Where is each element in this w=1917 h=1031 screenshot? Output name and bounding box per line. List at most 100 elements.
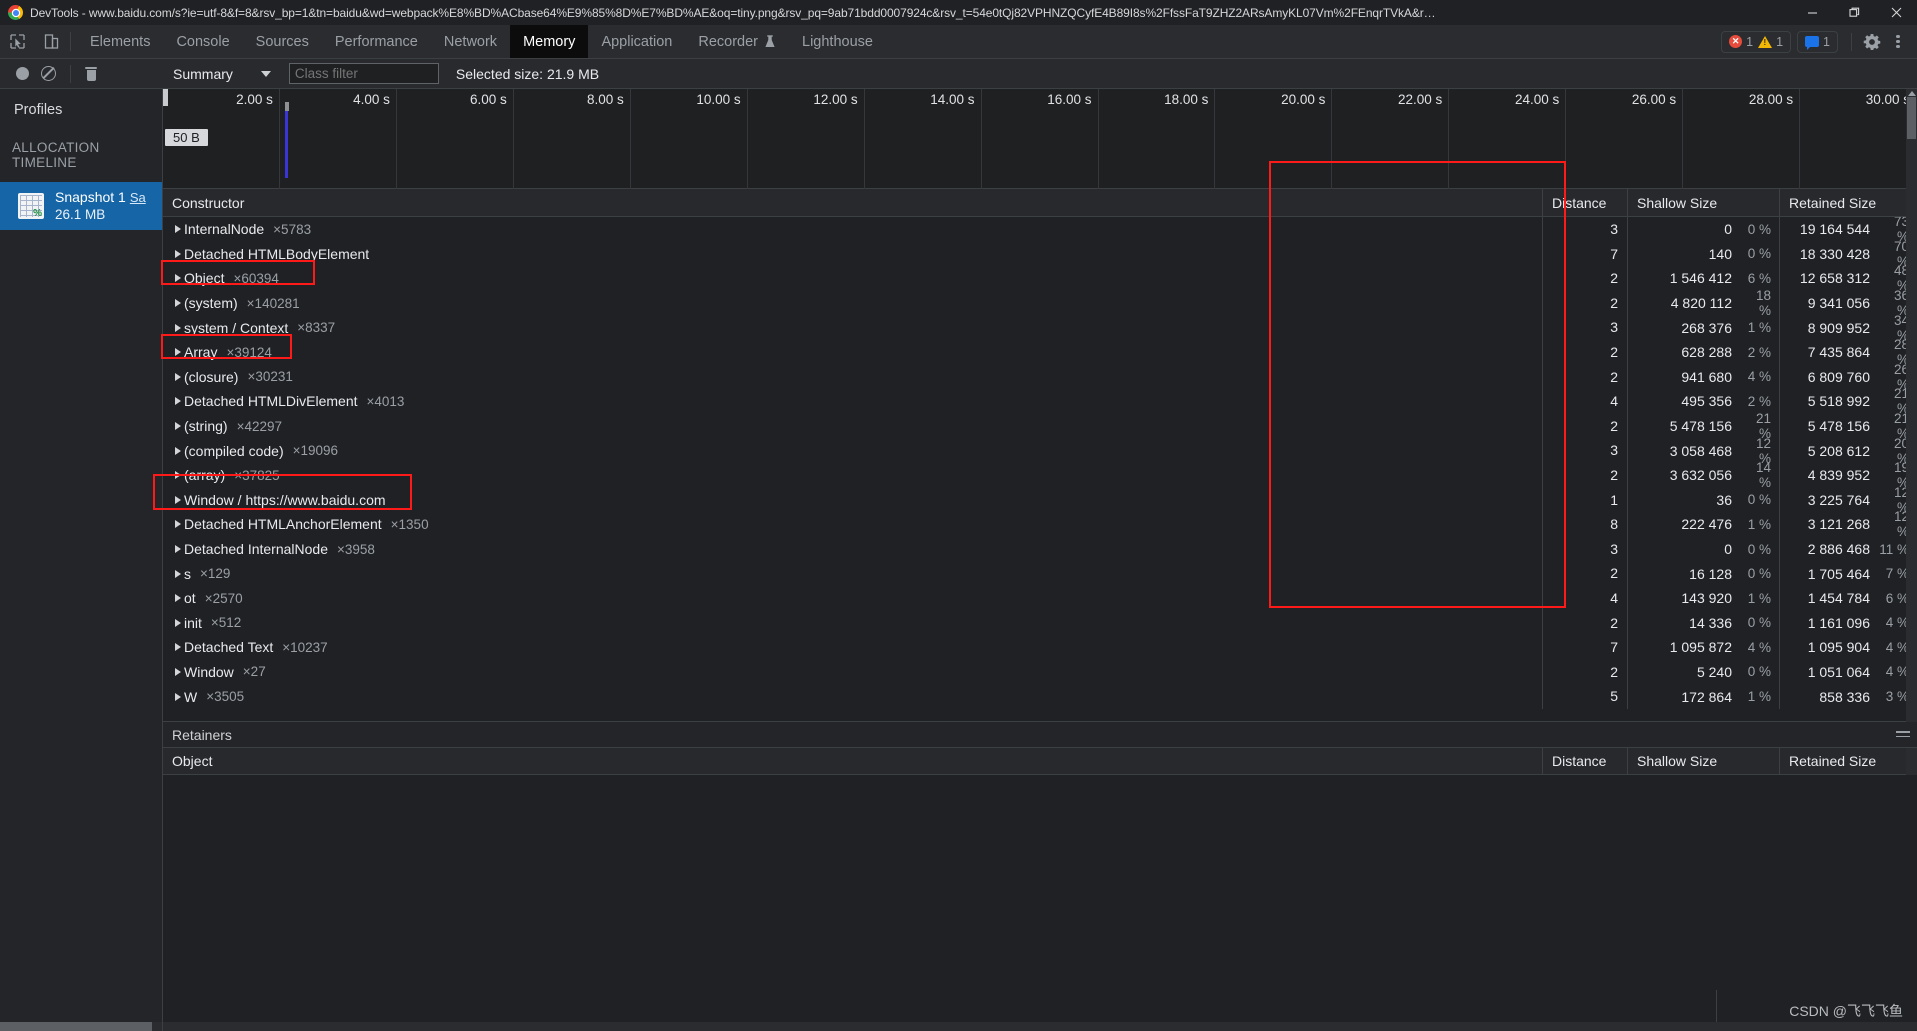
gear-icon[interactable] [1859,33,1885,51]
expand-triangle-icon[interactable] [175,446,181,455]
table-row[interactable]: Detached InternalNode ×3958 3 0 0 % 2 886 468… [163,536,1917,562]
tab-console[interactable]: Console [163,25,242,58]
tab-network[interactable]: Network [431,25,510,58]
issues-counter-group[interactable]: ✕ 1 1 [1721,30,1792,53]
table-row[interactable]: Detached Text ×10237 7 1 095 872 4 % 1 095 90… [163,635,1917,660]
error-counter[interactable]: ✕ 1 [1729,35,1753,49]
warning-counter[interactable]: 1 [1758,35,1783,49]
cell-constructor[interactable]: W ×3505 [163,684,1543,709]
tab-application[interactable]: Application [588,25,685,58]
tab-recorder[interactable]: Recorder [685,25,789,58]
snapshot-save-link[interactable]: Sa [130,190,146,205]
expand-triangle-icon[interactable] [175,643,181,652]
table-row[interactable]: init ×512 2 14 336 0 % 1 161 096 4 % [163,610,1917,636]
table-row[interactable]: Array ×39124 2 628 288 2 % 7 435 864 28 % [163,337,1917,367]
expand-triangle-icon[interactable] [175,569,181,578]
cell-constructor[interactable]: ot ×2570 [163,585,1543,611]
cell-constructor[interactable]: init ×512 [163,610,1543,636]
table-row[interactable]: Window ×27 2 5 240 0 % 1 051 064 4 % [163,659,1917,685]
cell-constructor[interactable]: (compiled code) ×19096 [163,438,1543,463]
expand-triangle-icon[interactable] [175,618,181,627]
cell-constructor[interactable]: (array) ×37825 [163,462,1543,488]
expand-triangle-icon[interactable] [175,348,181,357]
expand-triangle-icon[interactable] [175,422,181,431]
minimize-button[interactable] [1791,0,1833,25]
table-row[interactable]: Detached HTMLBodyElement 7 140 0 % 18 330 42… [163,239,1917,269]
table-row[interactable]: (system) ×140281 2 4 820 112 18 % 9 341 056 36… [163,288,1917,318]
sidebar-horizontal-scrollbar[interactable] [0,1022,162,1031]
table-row[interactable]: Detached HTMLAnchorElement ×1350 8 222 476 1… [163,509,1917,539]
maximize-restore-button[interactable] [1833,0,1875,25]
cell-constructor[interactable]: Array ×39124 [163,339,1543,365]
table-row[interactable]: (closure) ×30231 2 941 680 4 % 6 809 760 26 % [163,362,1917,392]
record-circle-icon[interactable] [16,67,29,80]
tab-sources[interactable]: Sources [243,25,322,58]
timeline-left-handle[interactable] [163,89,168,106]
cell-constructor[interactable]: (system) ×140281 [163,290,1543,316]
tab-performance[interactable]: Performance [322,25,431,58]
resize-grip-icon[interactable] [1896,731,1910,740]
tab-memory[interactable]: Memory [510,25,589,58]
expand-triangle-icon[interactable] [175,225,181,234]
scrollbar-thumb[interactable] [1907,97,1916,139]
cell-constructor[interactable]: Detached HTMLDivElement ×4013 [163,389,1543,414]
inspect-cursor-icon[interactable] [0,25,34,58]
table-row[interactable]: W ×3505 5 172 864 1 % 858 336 3 % [163,684,1917,709]
column-header-distance[interactable]: Distance [1543,188,1628,217]
bottom-horizontal-scrollbar[interactable] [163,1022,1917,1031]
cell-constructor[interactable]: InternalNode ×5783 [163,217,1543,242]
expand-triangle-icon[interactable] [175,274,181,283]
close-button[interactable] [1875,0,1917,25]
table-row[interactable]: Window / https://www.baidu.com 1 36 0 % 3 22… [163,485,1917,515]
expand-triangle-icon[interactable] [175,545,181,554]
no-entry-icon[interactable] [41,66,56,81]
scroll-up-icon[interactable] [1907,91,1916,96]
expand-triangle-icon[interactable] [175,692,181,701]
column-header-retained-size[interactable]: Retained Size [1780,189,1917,217]
table-row[interactable]: ot ×2570 4 143 920 1 % 1 454 784 6 % [163,585,1917,611]
table-row[interactable]: Detached HTMLDivElement ×4013 4 495 356 2 % 5… [163,386,1917,416]
tab-elements[interactable]: Elements [77,25,163,58]
sidebar-item-snapshot-1[interactable]: % Snapshot 1 Sa 26.1 MB [0,182,162,231]
expand-triangle-icon[interactable] [175,520,181,529]
cell-constructor[interactable]: s ×129 [163,561,1543,586]
table-row[interactable]: Object ×60394 2 1 546 412 6 % 12 658 312 48 % [163,263,1917,293]
device-toolbar-icon[interactable] [34,25,68,58]
trash-icon[interactable] [85,66,97,81]
retainers-column-retained-size[interactable]: Retained Size [1780,747,1917,775]
expand-triangle-icon[interactable] [175,323,181,332]
cell-constructor[interactable]: Detached Text ×10237 [163,635,1543,660]
retainers-column-object[interactable]: Object [163,747,1543,775]
table-row[interactable]: InternalNode ×5783 3 0 0 % 19 164 544 73 % [163,217,1917,244]
cell-constructor[interactable]: Detached HTMLBodyElement [163,241,1543,267]
expand-triangle-icon[interactable] [175,372,181,381]
expand-triangle-icon[interactable] [175,249,181,258]
retainers-column-distance[interactable]: Distance [1543,747,1628,775]
cell-constructor[interactable]: (closure) ×30231 [163,364,1543,390]
table-row[interactable]: s ×129 2 16 128 0 % 1 705 464 7 % [163,561,1917,586]
tab-lighthouse[interactable]: Lighthouse [789,25,886,58]
expand-triangle-icon[interactable] [175,471,181,480]
message-counter[interactable]: 1 [1805,35,1830,50]
column-header-constructor[interactable]: Constructor [163,188,1543,217]
class-filter-input[interactable] [288,63,439,84]
cell-constructor[interactable]: (string) ×42297 [163,413,1543,439]
cell-constructor[interactable]: Detached HTMLAnchorElement ×1350 [163,512,1543,537]
table-row[interactable]: (array) ×37825 2 3 632 056 14 % 4 839 952 19 % [163,460,1917,490]
expand-triangle-icon[interactable] [175,594,181,603]
cell-constructor[interactable]: system / Context ×8337 [163,315,1543,340]
table-row[interactable]: system / Context ×8337 3 268 376 1 % 8 909 95… [163,313,1917,343]
cell-constructor[interactable]: Object ×60394 [163,266,1543,291]
column-header-shallow-size[interactable]: Shallow Size [1628,188,1780,217]
expand-triangle-icon[interactable] [175,299,181,308]
table-row[interactable]: (string) ×42297 2 5 478 156 21 % 5 478 156 21 … [163,411,1917,441]
view-select[interactable]: Summary [173,66,271,82]
cell-constructor[interactable]: Window ×27 [163,659,1543,685]
expand-triangle-icon[interactable] [175,667,181,676]
messages-counter-group[interactable]: 1 [1797,30,1838,53]
kebab-menu-icon[interactable] [1885,33,1911,49]
expand-triangle-icon[interactable] [175,397,181,406]
allocation-timeline-overview[interactable]: 2.00 s 4.00 s 6.00 s 8.00 s 10.00 s 12.00 s 14… [163,89,1917,189]
table-row[interactable]: (compiled code) ×19096 3 3 058 468 12 % 5 208… [163,436,1917,466]
retainers-column-shallow-size[interactable]: Shallow Size [1628,747,1780,775]
